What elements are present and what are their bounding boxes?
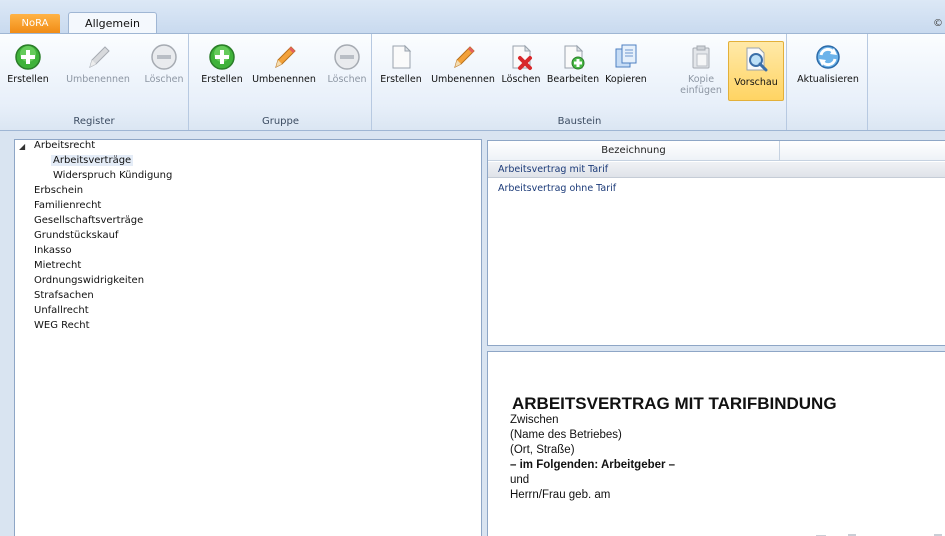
group-delete-button[interactable]: Löschen [324, 39, 370, 101]
block-edit-label: Bearbeiten [546, 74, 600, 85]
tree-item-weg-recht[interactable]: WEG Recht [34, 320, 90, 331]
tab-nora[interactable]: NoRA [10, 14, 60, 34]
grid-row-arbeitsvertrag-mit-tarif[interactable]: Arbeitsvertrag mit Tarif [488, 162, 945, 178]
plus-circle-icon [208, 43, 236, 71]
tree-item-arbeitsvertraege[interactable]: Arbeitsverträge [51, 155, 134, 166]
paste-document-icon [687, 43, 715, 71]
copy-document-icon [612, 43, 640, 71]
ribbon-group-gruppe: Erstellen Umbenennen Löschen Gruppe [190, 34, 372, 130]
refresh-button[interactable]: Aktualisieren [790, 39, 866, 101]
register-create-button[interactable]: Erstellen [0, 39, 56, 101]
pencil-icon [84, 43, 112, 71]
register-delete-button[interactable]: Löschen [140, 39, 188, 101]
ribbon: Erstellen Umbenennen Löschen Register Er… [0, 33, 945, 131]
edit-document-icon [559, 43, 587, 71]
group-rename-button[interactable]: Umbenennen [248, 39, 320, 101]
register-group-label: Register [73, 116, 115, 127]
block-edit-button[interactable]: Bearbeiten [545, 39, 601, 101]
preview-title: ARBEITSVERTRAG MIT TARIFBINDUNG [512, 394, 837, 413]
group-create-button[interactable]: Erstellen [196, 39, 248, 101]
baustein-group-label: Baustein [557, 116, 602, 127]
refresh-label: Aktualisieren [797, 74, 859, 85]
tree-item-grundstueckskauf[interactable]: Grundstückskauf [34, 230, 118, 241]
block-rename-label: Umbenennen [431, 74, 495, 85]
tree-item-inkasso[interactable]: Inkasso [34, 245, 72, 256]
pencil-icon [270, 43, 298, 71]
preview-line: (Ort, Straße) [510, 444, 575, 456]
grid-row-arbeitsvertrag-ohne-tarif[interactable]: Arbeitsvertrag ohne Tarif [488, 181, 945, 197]
preview-line: Herrn/Frau geb. am [510, 489, 611, 501]
preview-icon [742, 46, 770, 74]
ribbon-group-register: Erstellen Umbenennen Löschen Register [0, 34, 189, 130]
register-delete-label: Löschen [144, 74, 184, 85]
new-document-icon [387, 43, 415, 71]
block-paste-button[interactable]: Kopie einfügen [679, 39, 723, 101]
block-rename-button[interactable]: Umbenennen [429, 39, 497, 101]
template-grid: Bezeichnung Arbeitsvertrag mit Tarif Arb… [487, 140, 945, 346]
group-create-label: Erstellen [201, 74, 243, 85]
block-copy-button[interactable]: Kopieren [601, 39, 651, 101]
pencil-icon [449, 43, 477, 71]
preview-line: Zwischen [510, 414, 559, 426]
block-paste-label: Kopie [687, 74, 715, 85]
block-delete-label: Löschen [501, 74, 541, 85]
tree-item-erbschein[interactable]: Erbschein [34, 185, 83, 196]
minus-circle-icon [150, 43, 178, 71]
tree-item-gesellschaftsvertraege[interactable]: Gesellschaftsverträge [34, 215, 143, 226]
group-delete-label: Löschen [327, 74, 367, 85]
delete-document-icon [507, 43, 535, 71]
refresh-icon [814, 43, 842, 71]
register-rename-button[interactable]: Umbenennen [62, 39, 134, 101]
block-delete-button[interactable]: Löschen [497, 39, 545, 101]
column-header-bezeichnung[interactable]: Bezeichnung [488, 141, 780, 161]
block-preview-button[interactable]: Vorschau [728, 41, 784, 101]
group-rename-label: Umbenennen [252, 74, 316, 85]
register-create-label: Erstellen [7, 74, 49, 85]
preview-line: (Name des Betriebes) [510, 429, 622, 441]
tree-item-ordnungswidrigkeiten[interactable]: Ordnungswidrigkeiten [34, 275, 144, 286]
register-rename-label: Umbenennen [66, 74, 130, 85]
gruppe-group-label: Gruppe [261, 116, 300, 127]
ribbon-group-refresh: Aktualisieren [788, 34, 868, 130]
block-create-label: Erstellen [380, 74, 422, 85]
tree-item-unfallrecht[interactable]: Unfallrecht [34, 305, 89, 316]
tree-item-mietrecht[interactable]: Mietrecht [34, 260, 81, 271]
ribbon-tab-strip: NoRA Allgemein © [0, 0, 945, 34]
tree-item-familienrecht[interactable]: Familienrecht [34, 200, 101, 211]
preview-line: und [510, 474, 530, 486]
preview-line: – im Folgenden: Arbeitgeber – [510, 459, 676, 471]
block-create-button[interactable]: Erstellen [377, 39, 425, 101]
document-preview: ARBEITSVERTRAG MIT TARIFBINDUNG Zwischen… [487, 351, 945, 536]
grid-header: Bezeichnung [488, 141, 945, 161]
tab-allgemein[interactable]: Allgemein [68, 12, 157, 34]
tree-item-arbeitsrecht[interactable]: Arbeitsrecht [34, 140, 95, 151]
block-copy-label: Kopieren [605, 74, 647, 85]
tree-item-widerspruch-kuendigung[interactable]: Widerspruch Kündigung [53, 170, 172, 181]
help-icon[interactable]: © [933, 18, 943, 29]
ribbon-group-baustein: Erstellen Umbenennen Löschen Bearbeiten … [373, 34, 787, 130]
block-paste-label-2: einfügen [680, 85, 722, 96]
tree-item-strafsachen[interactable]: Strafsachen [34, 290, 94, 301]
minus-circle-icon [333, 43, 361, 71]
plus-circle-icon [14, 43, 42, 71]
category-tree: ◢ Arbeitsrecht Arbeitsverträge Widerspru… [14, 139, 482, 536]
tree-expander-icon[interactable]: ◢ [19, 142, 25, 151]
block-preview-label: Vorschau [734, 77, 778, 88]
